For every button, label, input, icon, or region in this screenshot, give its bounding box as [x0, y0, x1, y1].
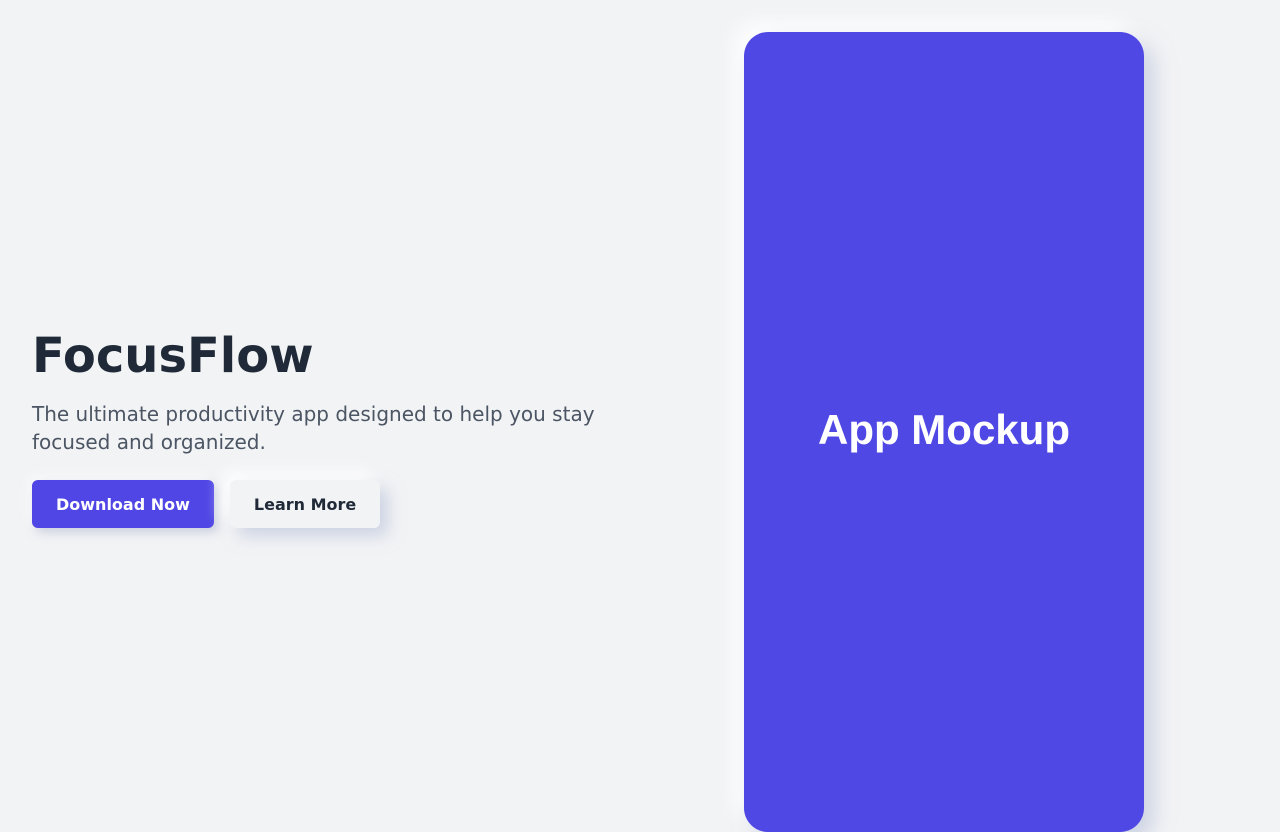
app-mockup: App Mockup [744, 32, 1144, 832]
app-title: FocusFlow [32, 328, 314, 384]
hero-section: FocusFlow The ultimate productivity app … [32, 326, 652, 528]
hero-subtitle: The ultimate productivity app designed t… [32, 402, 595, 454]
download-now-button[interactable]: Download Now [32, 480, 214, 528]
hero-buttons: Download Now Learn More [32, 480, 652, 528]
app-mockup-label: App Mockup [818, 406, 1070, 453]
learn-more-button[interactable]: Learn More [229, 480, 381, 528]
